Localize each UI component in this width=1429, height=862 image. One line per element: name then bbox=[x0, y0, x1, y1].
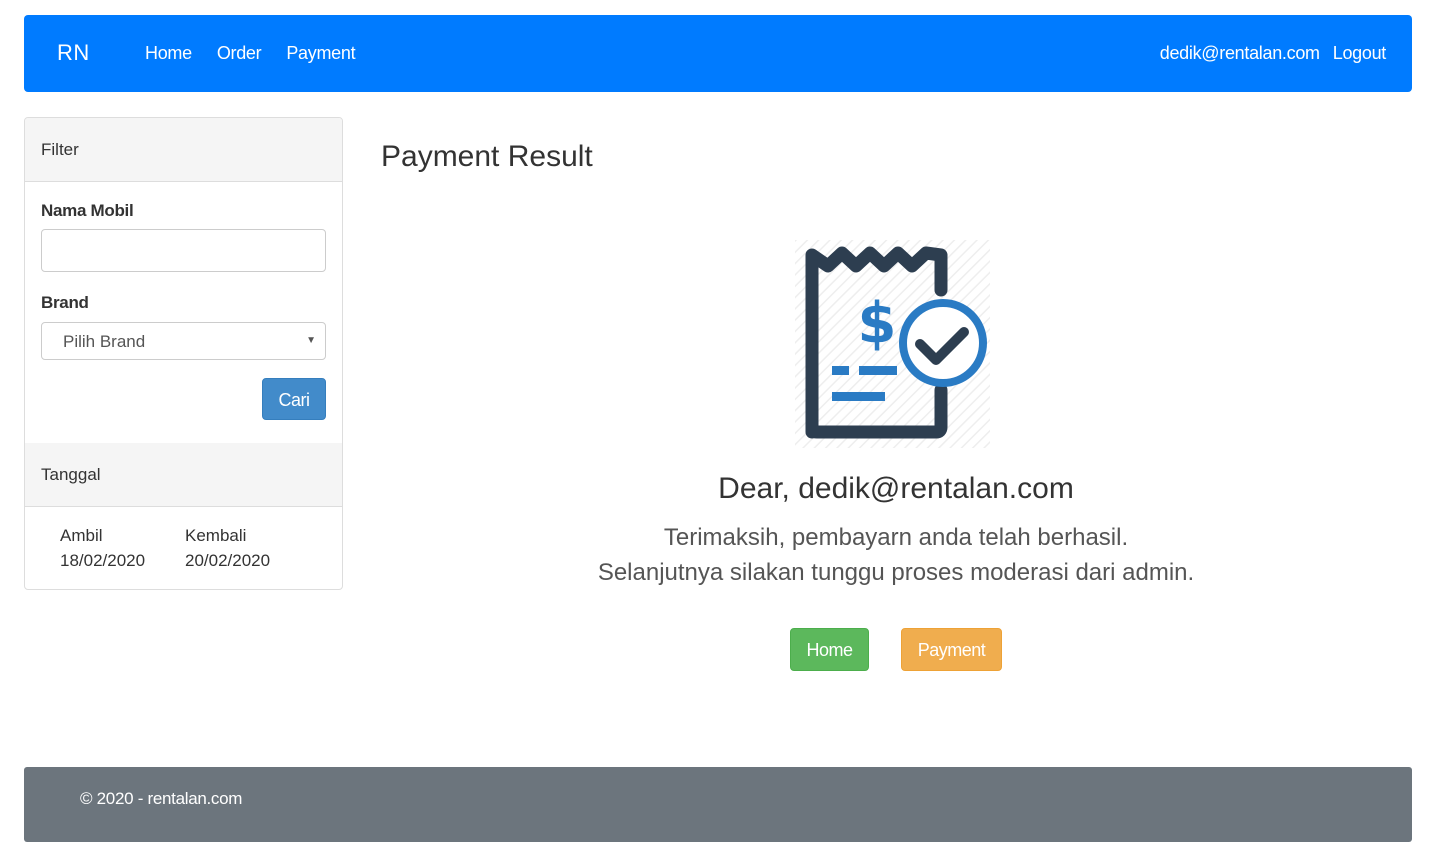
nav-logout-link[interactable]: Logout bbox=[1333, 43, 1387, 64]
filter-sidebar: Filter Nama Mobil Brand Pilih Brand ▼ Ca… bbox=[24, 117, 343, 590]
success-message-line1: Terimaksih, pembayarn anda telah berhasi… bbox=[663, 524, 1129, 551]
dear-greeting: Dear, dedik@rentalan.com bbox=[718, 472, 1074, 505]
home-button[interactable]: Home bbox=[790, 628, 869, 671]
nav-user-email[interactable]: dedik@rentalan.com bbox=[1160, 43, 1320, 64]
nav-link-payment[interactable]: Payment bbox=[286, 43, 355, 64]
receipt-check-icon: $ bbox=[795, 240, 995, 455]
filter-body: Nama Mobil Brand Pilih Brand ▼ Cari bbox=[25, 182, 342, 443]
filter-heading: Filter bbox=[25, 118, 342, 182]
nav-links: Home Order Payment bbox=[145, 43, 380, 64]
footer-copyright: © 2020 - rentalan.com bbox=[80, 789, 243, 808]
navbar-brand[interactable]: RN bbox=[57, 40, 90, 66]
search-button[interactable]: Cari bbox=[262, 378, 326, 420]
success-message-line2: Selanjutnya silakan tunggu proses modera… bbox=[597, 559, 1195, 586]
svg-text:$: $ bbox=[858, 291, 897, 356]
nav-link-home[interactable]: Home bbox=[145, 43, 192, 64]
page-title: Payment Result bbox=[381, 140, 593, 173]
payment-button[interactable]: Payment bbox=[901, 628, 1002, 671]
nav-link-order[interactable]: Order bbox=[217, 43, 262, 64]
brand-label: Brand bbox=[41, 293, 89, 312]
brand-select-value: Pilih Brand bbox=[63, 332, 146, 351]
nama-mobil-input[interactable] bbox=[41, 229, 326, 272]
nama-mobil-label: Nama Mobil bbox=[41, 201, 134, 220]
brand-select[interactable]: Pilih Brand ▼ bbox=[41, 322, 326, 360]
caret-down-icon: ▼ bbox=[306, 335, 316, 346]
nav-user-area: dedik@rentalan.com Logout bbox=[1147, 43, 1387, 64]
footer: © 2020 - rentalan.com bbox=[24, 767, 1412, 842]
navbar: RN Home Order Payment dedik@rentalan.com… bbox=[24, 15, 1412, 92]
